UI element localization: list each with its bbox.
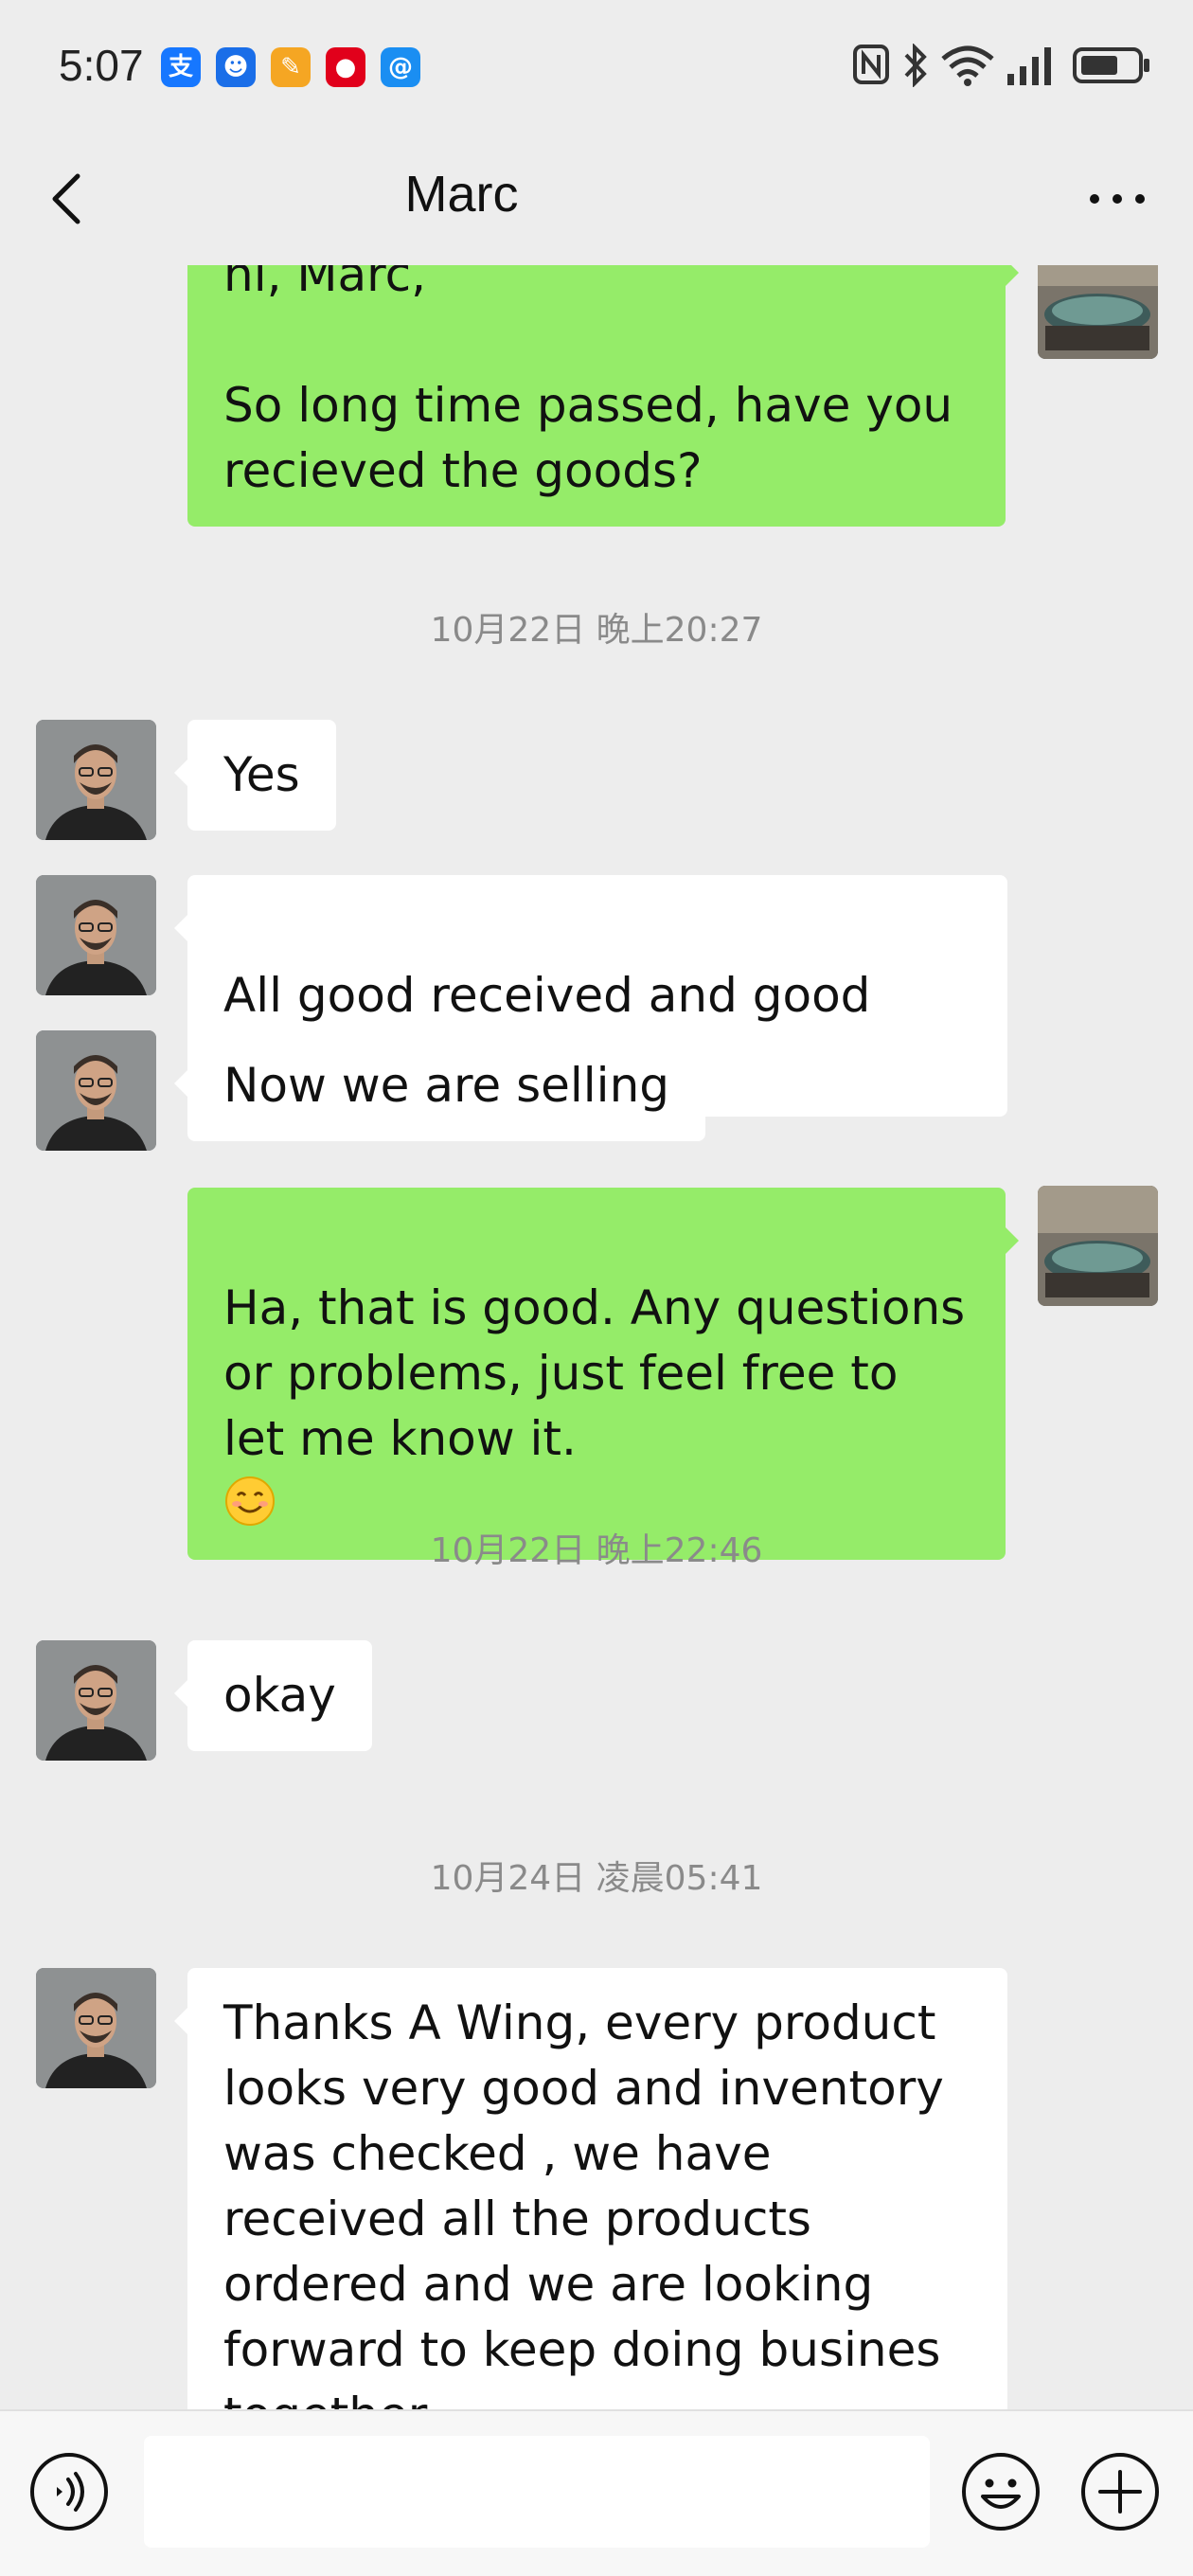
message-bubble-incoming[interactable]: Yes [174,720,336,831]
my-avatar[interactable] [1038,265,1158,359]
timestamp: 10月22日 晚上20:27 [430,611,763,650]
red-app-icon: ● [326,47,365,87]
message-bubble-incoming[interactable]: Now we are selling [174,1030,705,1141]
message-bubble-outgoing[interactable]: hi, Marc, So long time passed, have you … [187,265,1019,527]
voice-icon[interactable] [28,2451,110,2532]
blue-app-icon: @ [381,47,420,87]
chat-header: Marc [0,133,1193,265]
message-list[interactable]: hi, Marc, So long time passed, have you … [0,265,1193,2409]
chat-title: Marc [404,166,519,223]
status-bar: 5:07 支 ☻ ✎ ● @ [0,0,1193,133]
bot-app-icon: ☻ [216,47,256,87]
timestamp: 10月24日 凌晨05:41 [430,1859,763,1898]
input-bar [0,2409,1193,2576]
marc-avatar[interactable] [36,1968,156,2088]
more-dots-icon[interactable] [1079,161,1155,237]
nfc-icon [853,45,889,84]
marc-avatar[interactable] [36,1640,156,1761]
marc-avatar[interactable] [36,1030,156,1151]
bluetooth-icon [904,44,927,87]
message-input[interactable] [144,2436,930,2548]
emoji-icon[interactable] [960,2451,1042,2532]
alipay-icon: 支 [161,47,201,87]
orange-app-icon: ✎ [271,47,311,87]
message-bubble-incoming[interactable]: Thanks A Wing, every product looks very … [174,1968,1007,2409]
marc-avatar[interactable] [36,720,156,840]
message-text: Ha, that is good. Any questions or probl… [223,1280,966,1466]
signal-icon [1007,47,1051,85]
system-icons [852,44,1155,91]
marc-avatar[interactable] [36,875,156,995]
message-text: All good received and good [223,968,871,1023]
smiling-face-emoji-icon [225,1476,275,1526]
my-avatar[interactable] [1038,1186,1158,1306]
status-time: 5:07 [59,41,144,90]
message-bubble-outgoing[interactable]: Ha, that is good. Any questions or probl… [187,1188,1019,1560]
wifi-icon [941,45,994,86]
timestamp: 10月22日 晚上22:46 [430,1531,763,1570]
message-bubble-incoming[interactable]: okay [174,1640,372,1751]
battery-icon [1073,47,1149,83]
plus-icon[interactable] [1079,2451,1161,2532]
